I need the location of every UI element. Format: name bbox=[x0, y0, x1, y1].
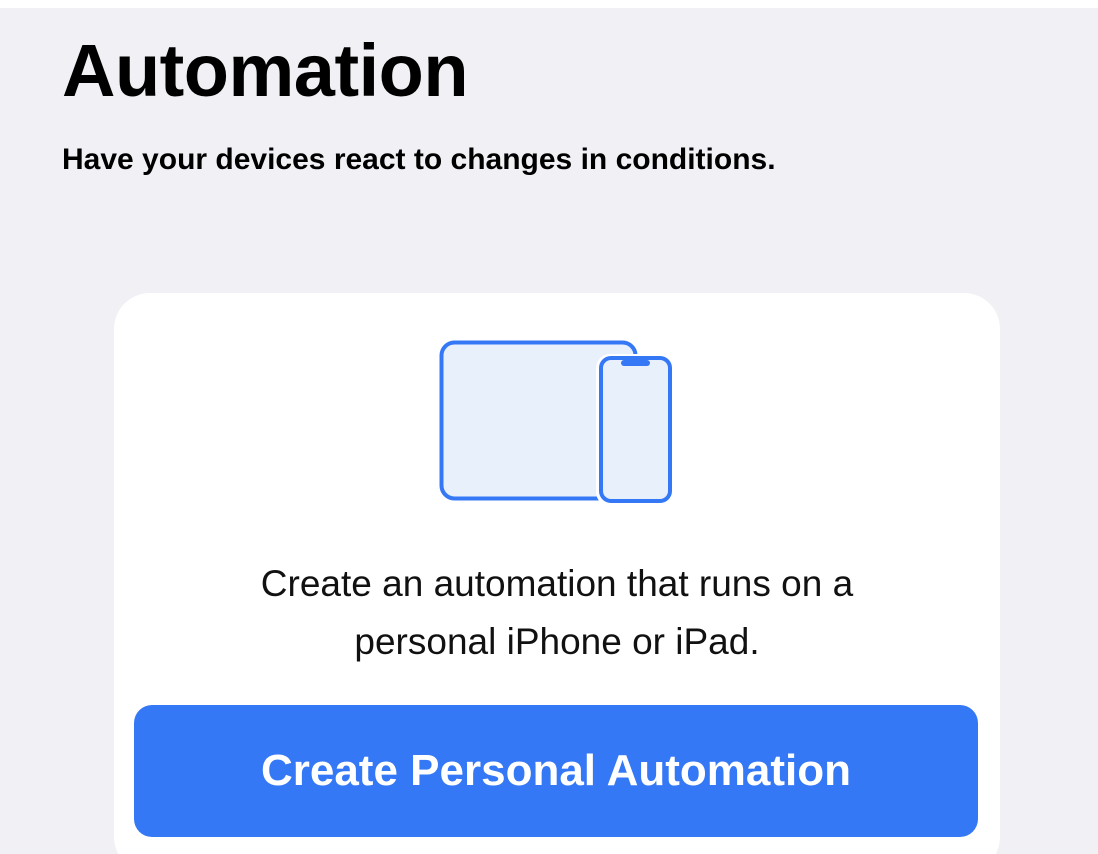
ipad-and-iphone-icon bbox=[438, 339, 678, 511]
create-personal-automation-button[interactable]: Create Personal Automation bbox=[134, 705, 978, 837]
personal-automation-card: Create an automation that runs on a pers… bbox=[114, 293, 1000, 854]
card-description-line-1: Create an automation that runs on a bbox=[260, 563, 854, 604]
card-description: Create an automation that runs on a pers… bbox=[114, 555, 1000, 671]
page-title: Automation bbox=[62, 29, 469, 112]
automation-screen: Automation Have your devices react to ch… bbox=[0, 8, 1098, 854]
page-subtitle: Have your devices react to changes in co… bbox=[62, 143, 776, 176]
card-description-line-2: personal iPhone or iPad. bbox=[354, 621, 760, 662]
